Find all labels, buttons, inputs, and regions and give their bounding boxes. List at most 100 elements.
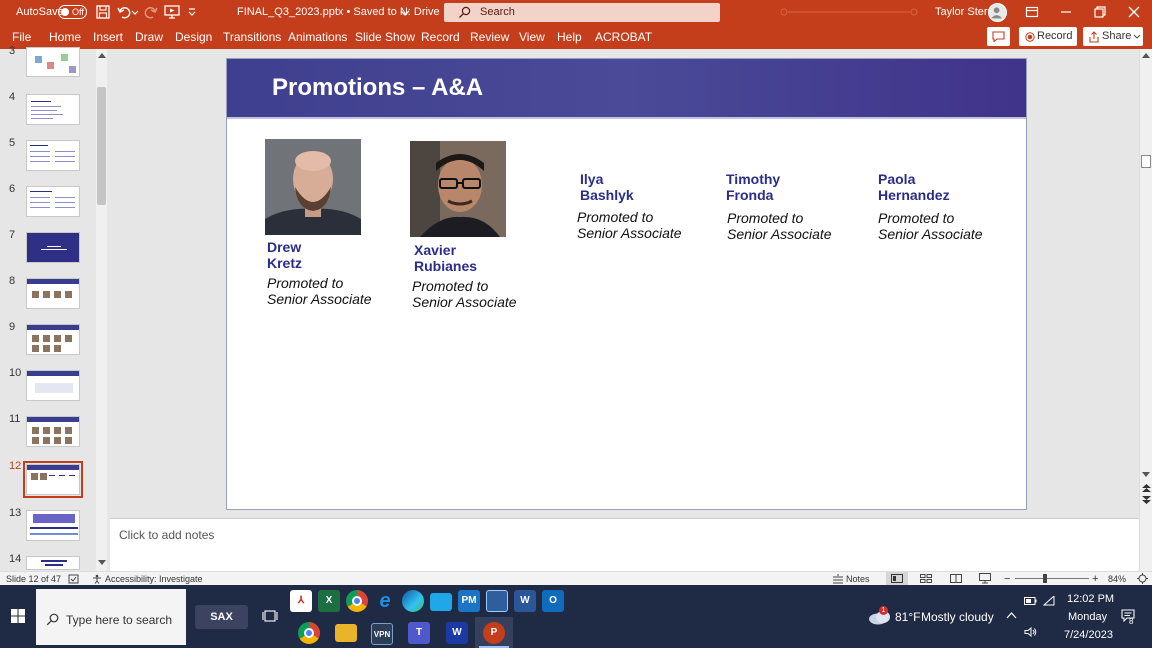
slide-thumbnail-4[interactable] — [26, 94, 80, 125]
slide-thumbnail-14[interactable] — [26, 556, 80, 570]
tab-review[interactable]: Review — [470, 30, 509, 44]
slide-thumbnail-8[interactable] — [26, 278, 80, 309]
zoom-level[interactable]: 84% — [1108, 574, 1126, 584]
slide-thumbnail-9[interactable] — [26, 324, 80, 355]
person-name-xavier-rubianes[interactable]: Xavier Rubianes — [414, 242, 477, 274]
excel-icon[interactable]: X — [318, 590, 340, 612]
slide-thumbnail-3[interactable] — [26, 47, 80, 77]
promotion-text-drew-kretz[interactable]: Promoted to Senior Associate — [267, 275, 372, 307]
autosave-toggle[interactable]: Off — [58, 5, 87, 19]
notes-button[interactable]: Notes — [846, 574, 870, 584]
word-icon[interactable]: W — [514, 590, 536, 612]
clock-date[interactable]: 7/24/2023 — [1064, 629, 1113, 641]
internet-explorer-icon[interactable]: e — [374, 590, 396, 612]
chrome-icon[interactable] — [346, 590, 368, 612]
remote-desktop-icon[interactable] — [430, 593, 452, 611]
webex-icon[interactable]: W — [446, 622, 468, 644]
photo-xavier-rubianes[interactable] — [410, 141, 506, 237]
avatar[interactable] — [988, 3, 1007, 22]
scrollbar-thumb[interactable] — [97, 87, 106, 205]
taskbar-search-input[interactable]: Type here to search — [36, 589, 186, 645]
search-input[interactable]: Search — [444, 3, 720, 22]
slide-thumbnail-5[interactable] — [26, 140, 80, 171]
comments-button[interactable] — [987, 27, 1010, 46]
battery-icon[interactable] — [1024, 597, 1037, 605]
undo-dropdown-icon[interactable] — [131, 4, 139, 20]
tab-file[interactable]: File — [12, 30, 31, 44]
normal-view-button[interactable] — [886, 572, 908, 585]
windows-start-icon[interactable] — [11, 609, 25, 623]
clock-time[interactable]: 12:02 PM — [1067, 593, 1114, 605]
chevron-up-icon[interactable] — [1006, 611, 1017, 619]
display-settings-icon[interactable] — [486, 590, 508, 612]
customize-toolbar-icon[interactable] — [187, 4, 197, 20]
tab-help[interactable]: Help — [557, 30, 582, 44]
thumbnail-scrollbar[interactable] — [96, 49, 107, 571]
slide-thumbnail-6[interactable] — [26, 186, 80, 217]
person-name-drew-kretz[interactable]: Drew Kretz — [267, 239, 302, 271]
slide-thumbnail-10[interactable] — [26, 370, 80, 401]
fit-slide-icon[interactable] — [1137, 573, 1148, 584]
accessibility-status[interactable]: Accessibility: Investigate — [105, 574, 203, 584]
chrome-running-icon[interactable] — [298, 622, 320, 644]
ribbon-display-options-icon[interactable] — [1025, 5, 1039, 19]
person-name-timothy-fronda[interactable]: Timothy Fronda — [726, 171, 780, 203]
tab-home[interactable]: Home — [49, 30, 81, 44]
notes-pane[interactable]: Click to add notes — [110, 518, 1139, 571]
tab-transitions[interactable]: Transitions — [223, 30, 281, 44]
undo-icon[interactable] — [116, 4, 132, 20]
scroll-up-icon[interactable] — [1142, 52, 1150, 58]
record-button[interactable]: Record — [1019, 27, 1077, 46]
tab-slide-show[interactable]: Slide Show — [355, 30, 415, 44]
next-slide-icon[interactable] — [1142, 495, 1151, 505]
promotion-text-xavier-rubianes[interactable]: Promoted to Senior Associate — [412, 278, 517, 310]
task-view-icon[interactable] — [262, 609, 278, 623]
slide-sorter-icon[interactable] — [920, 574, 932, 583]
tab-insert[interactable]: Insert — [93, 30, 123, 44]
person-name-ilya-bashlyk[interactable]: Ilya Bashlyk — [580, 171, 634, 203]
person-name-paola-hernandez[interactable]: Paola Hernandez — [878, 171, 950, 203]
scrollbar-thumb[interactable] — [1141, 155, 1151, 168]
slide-thumbnail-13[interactable] — [26, 510, 80, 541]
weather-temperature[interactable]: 81°F — [895, 610, 920, 624]
scroll-down-icon[interactable] — [98, 560, 106, 566]
slide-title[interactable]: Promotions – A&A — [272, 74, 483, 102]
zoom-slider-thumb[interactable] — [1043, 574, 1047, 583]
zoom-out-button[interactable]: − — [1004, 573, 1010, 585]
slide-canvas[interactable]: Promotions – A&A Drew Kretz Promoted to … — [226, 58, 1027, 510]
slide-show-icon[interactable] — [979, 573, 991, 584]
previous-slide-icon[interactable] — [1142, 483, 1151, 493]
slide-thumbnail-12[interactable] — [23, 461, 83, 498]
clock-day[interactable]: Monday — [1068, 611, 1107, 623]
edge-icon[interactable] — [402, 590, 424, 612]
minimize-icon[interactable] — [1059, 5, 1073, 19]
teams-icon[interactable]: T — [408, 622, 430, 644]
powerpoint-active-tile[interactable]: P — [475, 617, 513, 648]
redo-icon[interactable] — [143, 4, 159, 20]
promotion-text-timothy-fronda[interactable]: Promoted to Senior Associate — [727, 210, 832, 242]
vpn-icon[interactable]: VPN — [371, 623, 393, 645]
photo-drew-kretz[interactable] — [265, 139, 361, 235]
scroll-up-icon[interactable] — [98, 52, 106, 58]
tab-view[interactable]: View — [519, 30, 545, 44]
wifi-icon[interactable] — [1043, 596, 1055, 606]
slide-thumbnail-7[interactable] — [26, 232, 80, 263]
present-from-start-icon[interactable] — [164, 4, 180, 20]
notes-placeholder[interactable]: Click to add notes — [119, 528, 214, 542]
file-explorer-icon[interactable] — [335, 624, 357, 642]
save-icon[interactable] — [95, 4, 111, 20]
promotion-text-paola-hernandez[interactable]: Promoted to Senior Associate — [878, 210, 983, 242]
slide-thumbnail-11[interactable] — [26, 416, 80, 447]
share-button[interactable]: Share — [1083, 27, 1143, 46]
chevron-down-icon[interactable] — [400, 8, 410, 18]
user-name[interactable]: Taylor Stern — [935, 6, 994, 18]
restore-icon[interactable] — [1093, 5, 1107, 19]
accessibility-icon[interactable] — [92, 574, 102, 584]
close-icon[interactable] — [1127, 5, 1141, 19]
sax-button[interactable]: SAX — [195, 605, 248, 629]
slide-scrollbar[interactable] — [1139, 49, 1152, 571]
outlook-icon[interactable]: O — [542, 590, 564, 612]
promotion-text-ilya-bashlyk[interactable]: Promoted to Senior Associate — [577, 209, 682, 241]
tab-animations[interactable]: Animations — [288, 30, 347, 44]
zoom-slider[interactable] — [1015, 578, 1089, 579]
